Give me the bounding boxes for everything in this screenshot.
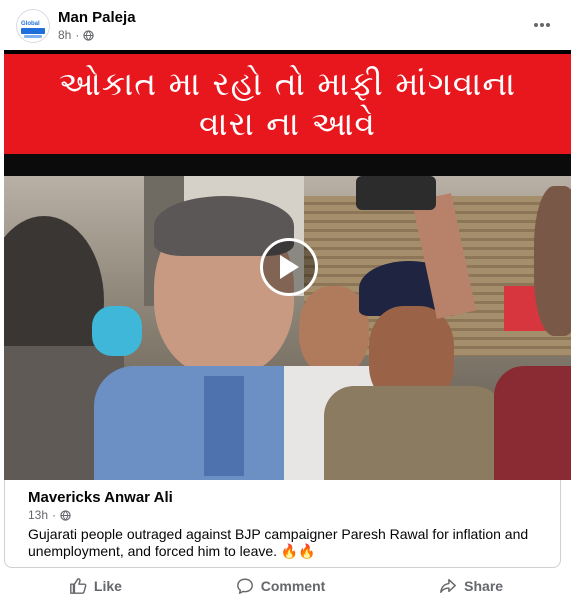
comment-label: Comment	[260, 577, 326, 594]
logo-icon: Global	[20, 19, 46, 26]
comment-button[interactable]: Comment	[218, 570, 344, 602]
shared-author-name[interactable]: Mavericks Anwar Ali	[28, 489, 173, 506]
shared-post-meta: 13h ·	[28, 508, 71, 522]
share-button[interactable]: Share	[421, 570, 521, 602]
post-time[interactable]: 8h	[58, 28, 71, 42]
play-icon	[280, 255, 299, 279]
more-options-button[interactable]	[530, 14, 554, 36]
facebook-post: Global Man Paleja 8h · ઓકાત મા રહો તો મા…	[0, 0, 572, 603]
share-label: Share	[464, 577, 504, 594]
play-button[interactable]	[260, 238, 318, 296]
video-title-banner: ઓકાત મા રહો તો માફી માંગવાના વારા ના આવે	[4, 54, 571, 154]
post-action-bar: Like Comment Share	[0, 568, 572, 603]
comment-icon	[236, 578, 253, 594]
like-label: Like	[93, 577, 122, 594]
shared-post-card[interactable]: Mavericks Anwar Ali 13h · Gujarati peopl…	[4, 480, 561, 568]
like-button[interactable]: Like	[51, 570, 140, 602]
more-options-icon	[534, 23, 550, 27]
post-header: Global Man Paleja 8h ·	[0, 0, 572, 50]
banner-line-2: વારા ના આવે	[199, 104, 376, 143]
post-author-name[interactable]: Man Paleja	[58, 9, 136, 26]
share-icon	[440, 578, 457, 593]
video-player[interactable]: ઓકાત મા રહો તો માફી માંગવાના વારા ના આવે	[4, 50, 571, 480]
thumbs-up-icon	[69, 577, 87, 594]
shared-post-time[interactable]: 13h	[28, 508, 48, 522]
avatar[interactable]: Global	[16, 9, 50, 43]
banner-line-1: ઓકાત મા રહો તો માફી માંગવાના	[58, 64, 517, 103]
post-meta: 8h ·	[58, 28, 95, 42]
svg-text:Global: Global	[21, 21, 40, 26]
video-frame	[4, 176, 571, 480]
globe-icon	[60, 509, 71, 521]
globe-icon	[83, 29, 95, 41]
shared-post-text: Gujarati people outraged against BJP cam…	[28, 526, 529, 559]
